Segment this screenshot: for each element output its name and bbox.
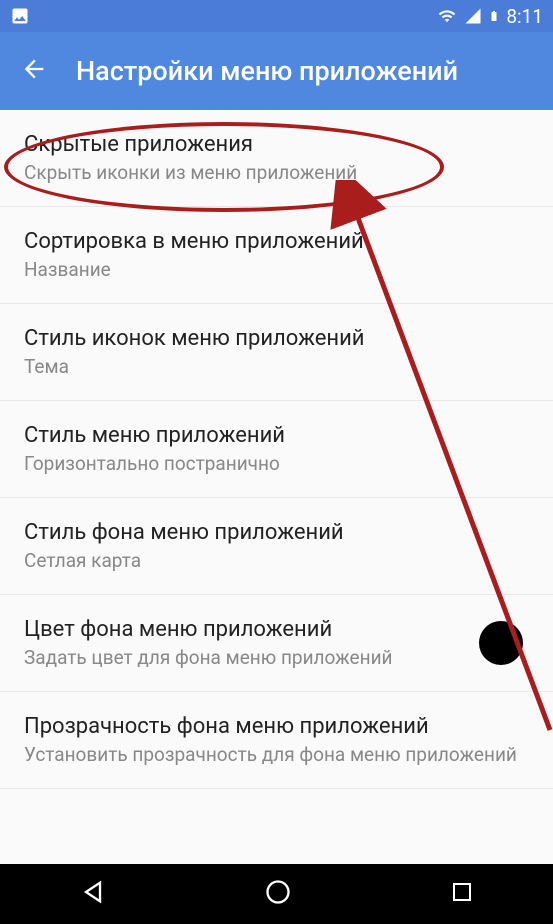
setting-menu-style[interactable]: Стиль меню приложений Горизонтально пост… (0, 401, 553, 498)
setting-sort[interactable]: Сортировка в меню приложений Название (0, 207, 553, 304)
navigation-bar (0, 864, 553, 924)
battery-icon (488, 6, 500, 26)
setting-title: Стиль иконок меню приложений (24, 326, 529, 351)
wifi-icon (436, 7, 458, 25)
setting-subtitle: Название (24, 258, 529, 281)
signal-icon (464, 7, 482, 25)
setting-subtitle: Сетлая карта (24, 549, 529, 572)
image-icon (10, 6, 30, 26)
setting-icon-style[interactable]: Стиль иконок меню приложений Тема (0, 304, 553, 401)
setting-bg-transparency[interactable]: Прозрачность фона меню приложений Устано… (0, 692, 553, 789)
setting-hidden-apps[interactable]: Скрытые приложения Скрыть иконки из меню… (0, 110, 553, 207)
setting-bg-style[interactable]: Стиль фона меню приложений Сетлая карта (0, 498, 553, 595)
setting-title: Прозрачность фона меню приложений (24, 714, 529, 739)
setting-subtitle: Задать цвет для фона меню приложений (24, 646, 529, 669)
color-swatch[interactable] (479, 621, 523, 665)
setting-title: Стиль меню приложений (24, 423, 529, 448)
setting-title: Стиль фона меню приложений (24, 520, 529, 545)
nav-back-button[interactable] (79, 878, 107, 910)
nav-home-button[interactable] (264, 878, 292, 910)
app-bar: Настройки меню приложений (0, 32, 553, 110)
setting-title: Скрытые приложения (24, 132, 529, 157)
setting-subtitle: Горизонтально постранично (24, 452, 529, 475)
nav-recent-button[interactable] (450, 880, 474, 908)
setting-bg-color[interactable]: Цвет фона меню приложений Задать цвет дл… (0, 595, 553, 692)
status-time: 8:11 (506, 5, 543, 28)
status-bar: 8:11 (0, 0, 553, 32)
setting-subtitle: Тема (24, 355, 529, 378)
setting-title: Цвет фона меню приложений (24, 617, 529, 642)
setting-title: Сортировка в меню приложений (24, 229, 529, 254)
settings-list: Скрытые приложения Скрыть иконки из меню… (0, 110, 553, 789)
setting-subtitle: Установить прозрачность для фона меню пр… (24, 743, 529, 766)
page-title: Настройки меню приложений (76, 55, 458, 87)
back-button[interactable] (20, 55, 48, 87)
setting-subtitle: Скрыть иконки из меню приложений (24, 161, 529, 184)
